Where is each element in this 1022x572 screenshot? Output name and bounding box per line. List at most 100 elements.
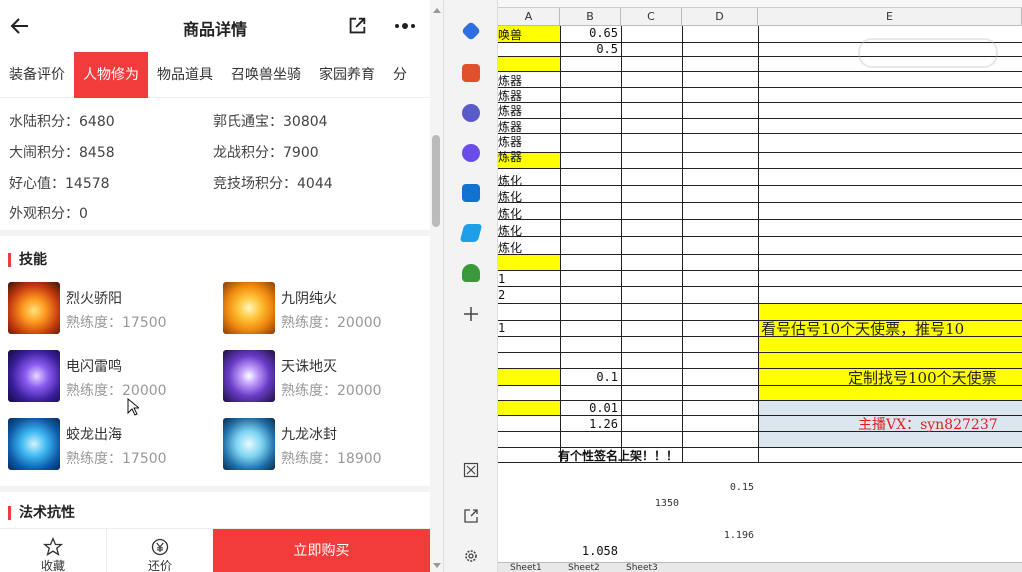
stat-item: 水陆积分：6480 bbox=[9, 114, 115, 130]
grid-row-line bbox=[498, 102, 1022, 103]
grid-row-line bbox=[498, 133, 1022, 134]
column-header-e[interactable]: E bbox=[758, 8, 1022, 26]
copilot-icon[interactable] bbox=[462, 144, 480, 162]
grid-row-line bbox=[498, 270, 1022, 271]
cell-a[interactable]: 唤兽 bbox=[498, 26, 522, 43]
sheet-tabs-bar: Sheet1 Sheet2 Sheet3 bbox=[498, 562, 1022, 572]
cell-d[interactable]: 1.196 bbox=[682, 530, 754, 541]
cell-yellow bbox=[498, 400, 560, 415]
skill-item[interactable]: 蛟龙出海 熟练度：17500 bbox=[8, 418, 218, 474]
tab-home[interactable]: 家园养育 bbox=[310, 52, 384, 98]
cell-c[interactable]: 1350 bbox=[621, 498, 679, 509]
star-icon bbox=[43, 537, 63, 556]
cell-a[interactable]: 炼化 bbox=[498, 205, 522, 222]
water-dragon-icon bbox=[8, 418, 60, 470]
grid-row-line bbox=[498, 254, 1022, 255]
share-icon[interactable] bbox=[346, 15, 368, 37]
cell-a[interactable]: 炼化 bbox=[498, 172, 522, 189]
column-header-d[interactable]: D bbox=[682, 8, 758, 26]
skill-item[interactable]: 电闪雷鸣 熟练度：20000 bbox=[8, 350, 218, 406]
paper-plane-icon[interactable] bbox=[459, 224, 483, 242]
fire-skill-icon bbox=[8, 282, 60, 334]
grid-row-line bbox=[498, 303, 1022, 304]
cell-a[interactable]: 炼化 bbox=[498, 239, 522, 256]
sheet-tab[interactable]: Sheet2 bbox=[568, 563, 600, 572]
screenshot-icon[interactable] bbox=[463, 462, 479, 478]
outlook-icon[interactable] bbox=[462, 184, 480, 202]
cell-a[interactable]: 炼化 bbox=[498, 188, 522, 205]
stat-item: 好心值：14578 bbox=[9, 176, 110, 192]
column-header-a[interactable]: A bbox=[498, 8, 560, 26]
cell-b[interactable]: 0.1 bbox=[560, 370, 618, 384]
bottom-action-bar: 收藏 还价 立即购买 bbox=[0, 528, 430, 572]
cell-b[interactable]: 0.01 bbox=[560, 401, 618, 415]
note-cell[interactable]: 有个性签名上架！！！ bbox=[558, 447, 678, 464]
stat-item: 竞技场积分：4044 bbox=[213, 176, 333, 192]
grid-row-line bbox=[498, 87, 1022, 88]
tree-icon[interactable] bbox=[462, 264, 480, 282]
tag-icon[interactable] bbox=[461, 21, 481, 41]
cell-d[interactable]: 0.15 bbox=[682, 482, 754, 493]
mouse-cursor-icon bbox=[127, 398, 139, 416]
gear-icon[interactable] bbox=[463, 548, 479, 564]
grid-column-line bbox=[758, 26, 759, 462]
grid-row-line bbox=[498, 286, 1022, 287]
skills-section-title: 技能 bbox=[8, 253, 47, 267]
skill-item[interactable]: 九阴纯火 熟练度：20000 bbox=[223, 282, 433, 338]
user-chess-icon[interactable] bbox=[462, 104, 480, 122]
cell-b[interactable]: 1.058 bbox=[560, 544, 618, 558]
cell-b[interactable]: 0.5 bbox=[560, 42, 618, 56]
cell-a[interactable]: 1 bbox=[498, 321, 505, 335]
cell-a[interactable]: 2 bbox=[498, 288, 505, 302]
skill-item[interactable]: 烈火骄阳 熟练度：17500 bbox=[8, 282, 218, 338]
cell-a[interactable]: 炼器 bbox=[498, 148, 522, 165]
cell-a[interactable]: 炼化 bbox=[498, 222, 522, 239]
stat-item: 郭氏通宝：30804 bbox=[213, 114, 328, 130]
sheet-tab[interactable]: Sheet1 bbox=[510, 563, 542, 572]
mobile-app-panel: 商品详情 装备评价 人物修为 物品道具 召唤兽坐骑 家园养育 分 水陆积分：64… bbox=[0, 0, 444, 572]
cell-yellow bbox=[498, 254, 560, 270]
banner-text-2: 定制找号100个天使票 bbox=[848, 369, 997, 387]
tab-more[interactable]: 分 bbox=[384, 52, 416, 98]
grid-row-line bbox=[498, 352, 1022, 353]
spreadsheet: A B C D E 唤兽 炼器 炼器 炼器 炼器 炼器 炼器 炼化 炼化 炼化 … bbox=[498, 0, 1022, 572]
cell-b[interactable]: 0.65 bbox=[560, 26, 618, 40]
yin-yang-fire-icon bbox=[223, 282, 275, 334]
scrollbar-thumb[interactable] bbox=[432, 135, 440, 227]
toolbox-icon[interactable] bbox=[462, 64, 480, 82]
section-divider bbox=[0, 486, 430, 492]
buy-now-button[interactable]: 立即购买 bbox=[213, 529, 430, 572]
scroll-up-icon[interactable] bbox=[432, 6, 442, 14]
grid-row-line bbox=[498, 168, 1022, 169]
scroll-down-icon[interactable] bbox=[432, 562, 442, 570]
top-bar: 商品详情 bbox=[0, 0, 430, 52]
grid-column-line bbox=[682, 26, 683, 462]
skill-item[interactable]: 天诛地灭 熟练度：20000 bbox=[223, 350, 433, 406]
grid-row-line bbox=[498, 71, 1022, 72]
scrollbar-track[interactable] bbox=[430, 0, 443, 572]
tab-character-cultivation[interactable]: 人物修为 bbox=[74, 52, 148, 98]
cell-a[interactable]: 炼器 bbox=[498, 102, 522, 119]
tab-equipment-review[interactable]: 装备评价 bbox=[0, 52, 74, 98]
add-icon[interactable] bbox=[463, 306, 479, 322]
stat-item: 大闹积分：8458 bbox=[9, 145, 115, 161]
column-header-b[interactable]: B bbox=[560, 8, 621, 26]
bargain-button[interactable]: 还价 bbox=[107, 529, 213, 572]
grid-row-line bbox=[498, 236, 1022, 237]
skill-item[interactable]: 九龙冰封 熟练度：18900 bbox=[223, 418, 433, 474]
formula-bar-edge bbox=[498, 0, 1022, 8]
column-header-c[interactable]: C bbox=[621, 8, 682, 26]
external-link-icon[interactable] bbox=[463, 508, 479, 524]
cell-yellow bbox=[498, 56, 560, 71]
banner-text-1: 看号估号10个天使票，推号10 bbox=[761, 320, 965, 338]
favorite-button[interactable]: 收藏 bbox=[0, 529, 106, 572]
side-toolbar bbox=[444, 0, 498, 572]
cell-a[interactable]: 1 bbox=[498, 272, 505, 286]
cell-b[interactable]: 1.26 bbox=[560, 417, 618, 431]
tab-summons-mounts[interactable]: 召唤兽坐骑 bbox=[222, 52, 310, 98]
more-icon[interactable] bbox=[393, 15, 417, 37]
grid-row-line bbox=[498, 219, 1022, 220]
tab-items[interactable]: 物品道具 bbox=[148, 52, 222, 98]
sheet-tab[interactable]: Sheet3 bbox=[626, 563, 658, 572]
lightning-skill-icon bbox=[8, 350, 60, 402]
